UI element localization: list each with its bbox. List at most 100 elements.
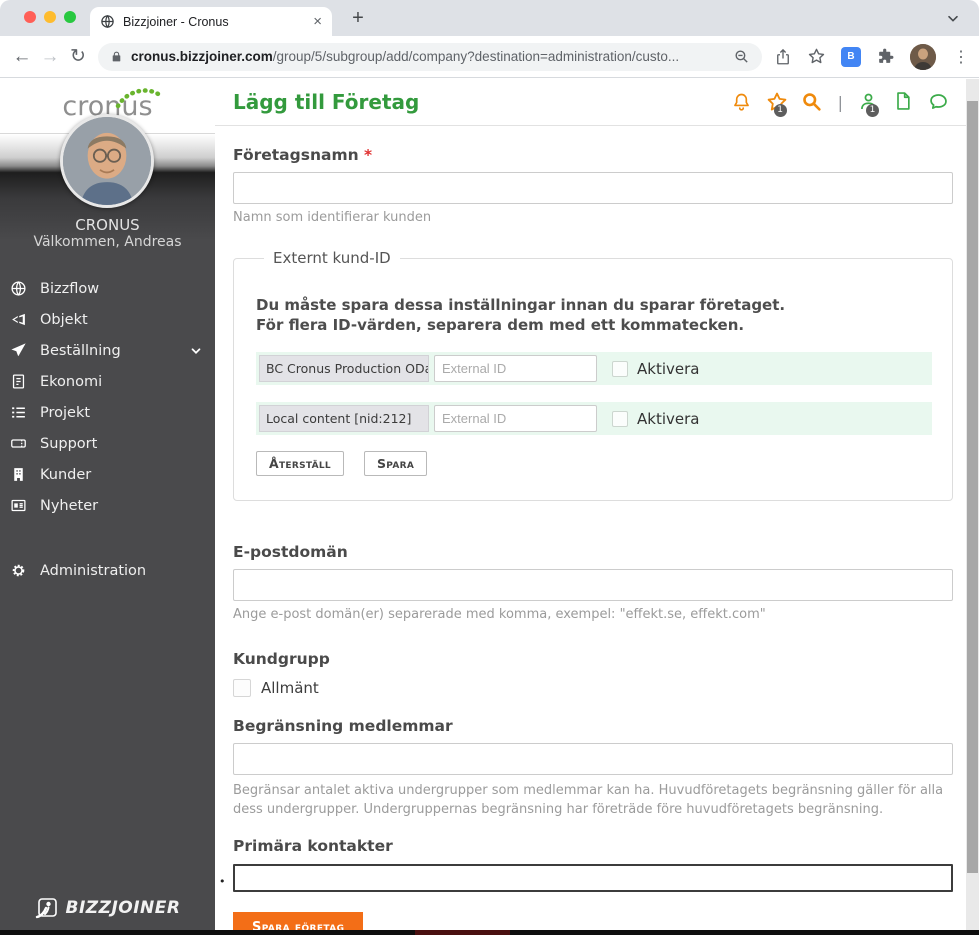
tab-search-chevron-icon[interactable] bbox=[945, 10, 961, 26]
url-path: /group/5/subgroup/add/company?destinatio… bbox=[273, 49, 679, 64]
user-avatar[interactable] bbox=[60, 114, 154, 208]
app-root: cronus CRONUS bbox=[0, 79, 979, 930]
scrollbar-thumb[interactable] bbox=[967, 101, 978, 873]
tab-title: Bizzjoiner - Cronus bbox=[123, 15, 305, 29]
external-id-note: Du måste spara dessa inställningar innan… bbox=[256, 295, 932, 335]
sidebar-item-administration[interactable]: Administration bbox=[0, 555, 215, 586]
sidebar-item-label: Ekonomi bbox=[40, 374, 102, 390]
external-id-source: Local content [nid:212] bbox=[259, 405, 429, 432]
chevron-down-icon[interactable] bbox=[189, 344, 203, 358]
external-id-note-line1: Du måste spara dessa inställningar innan… bbox=[256, 295, 932, 315]
page-title: Lägg till Företag bbox=[233, 90, 419, 114]
back-button[interactable]: ← bbox=[8, 46, 36, 68]
close-window-button[interactable] bbox=[24, 11, 36, 23]
objekt-cube-icon bbox=[10, 311, 27, 328]
external-id-buttons: Återställ Spara bbox=[256, 451, 932, 476]
reload-button[interactable]: ↻ bbox=[64, 45, 92, 68]
sidebar-item-ekonomi[interactable]: Ekonomi bbox=[0, 366, 215, 397]
external-id-input[interactable] bbox=[434, 405, 597, 432]
extension-badge-icon[interactable]: B bbox=[841, 47, 861, 67]
user-badge: 1 bbox=[866, 104, 879, 117]
member-limit-help: Begränsar antalet aktiva undergrupper so… bbox=[233, 781, 948, 819]
save-button[interactable]: Spara bbox=[364, 451, 427, 476]
sidebar-item-label: Nyheter bbox=[40, 498, 98, 514]
menu-kebab-icon[interactable]: ⋮ bbox=[953, 47, 969, 67]
sidebar-item-objekt[interactable]: Objekt bbox=[0, 304, 215, 335]
external-id-legend: Externt kund-ID bbox=[264, 249, 400, 267]
sidebar-item-nyheter[interactable]: Nyheter bbox=[0, 490, 215, 521]
sidebar-item-label: Kunder bbox=[40, 467, 91, 483]
dock-edge bbox=[0, 930, 979, 935]
invoice-icon bbox=[10, 373, 27, 390]
star-badge: 1 bbox=[774, 104, 787, 117]
tab-favicon-globe-icon bbox=[100, 14, 115, 29]
primary-contacts-field: • bbox=[233, 864, 953, 892]
primary-contacts-input[interactable] bbox=[233, 864, 953, 892]
sidebar-item-projekt[interactable]: Projekt bbox=[0, 397, 215, 428]
dock-edge-accent bbox=[415, 930, 510, 935]
scrollbar-track[interactable] bbox=[966, 79, 979, 930]
external-id-note-line2: För flera ID-värden, separera dem med et… bbox=[256, 315, 932, 335]
email-domain-label: E-postdomän bbox=[233, 543, 953, 561]
bizzjoiner-footer-logo: BIZZJOINER bbox=[0, 896, 215, 920]
browser-window: Bizzjoiner - Cronus × + ← → ↻ cronus.biz… bbox=[0, 0, 979, 935]
ticket-icon bbox=[10, 435, 27, 452]
company-name-label-text: Företagsnamn bbox=[233, 146, 359, 164]
task-list-icon bbox=[10, 404, 27, 421]
allmant-checkbox[interactable] bbox=[233, 679, 251, 697]
form-content: Företagsnamn * Namn som identifierar kun… bbox=[215, 126, 953, 935]
extensions-puzzle-icon[interactable] bbox=[876, 47, 895, 66]
favorites-star-icon[interactable]: 1 bbox=[766, 91, 788, 113]
share-icon[interactable] bbox=[774, 48, 792, 66]
bookmark-star-icon[interactable] bbox=[807, 47, 826, 66]
tab-close-icon[interactable]: × bbox=[313, 13, 322, 30]
email-domain-help: Ange e-post domän(er) separerade med kom… bbox=[233, 607, 953, 622]
notifications-bell-icon[interactable] bbox=[731, 91, 753, 113]
forward-button[interactable]: → bbox=[36, 46, 64, 68]
sidebar-item-label: Projekt bbox=[40, 405, 90, 421]
building-icon bbox=[10, 466, 27, 483]
required-asterisk: * bbox=[364, 146, 372, 164]
url-host: cronus.bizzjoiner.com bbox=[131, 49, 273, 64]
bizzjoiner-icon bbox=[35, 896, 59, 920]
primary-contacts-label: Primära kontakter bbox=[233, 837, 953, 855]
external-id-row: BC Cronus Production OData V Aktivera bbox=[256, 352, 932, 385]
toolbar-actions: B ⋮ bbox=[774, 44, 979, 70]
new-tab-button[interactable]: + bbox=[344, 4, 372, 32]
sidebar-item-support[interactable]: Support bbox=[0, 428, 215, 459]
company-name-input[interactable] bbox=[233, 172, 953, 204]
browser-tab[interactable]: Bizzjoiner - Cronus × bbox=[90, 7, 332, 36]
document-icon[interactable] bbox=[893, 91, 915, 113]
globe-icon bbox=[10, 280, 27, 297]
zoom-window-button[interactable] bbox=[64, 11, 76, 23]
external-id-input[interactable] bbox=[434, 355, 597, 382]
minimize-window-button[interactable] bbox=[44, 11, 56, 23]
member-limit-label: Begränsning medlemmar bbox=[233, 717, 953, 735]
activate-checkbox[interactable] bbox=[612, 361, 628, 377]
company-name-help: Namn som identifierar kunden bbox=[233, 210, 953, 225]
company-name-label: Företagsnamn * bbox=[233, 146, 953, 164]
search-icon[interactable] bbox=[801, 91, 823, 113]
external-id-row: Local content [nid:212] Aktivera bbox=[256, 402, 932, 435]
activate-checkbox[interactable] bbox=[612, 411, 628, 427]
sidebar-item-bizzflow[interactable]: Bizzflow bbox=[0, 273, 215, 304]
address-bar[interactable]: cronus.bizzjoiner.com/group/5/subgroup/a… bbox=[98, 43, 762, 71]
paper-plane-icon bbox=[10, 342, 27, 359]
sidebar-menu: Bizzflow Objekt bbox=[0, 273, 215, 586]
sidebar-item-label: Bizzflow bbox=[40, 281, 99, 297]
zoom-out-icon[interactable] bbox=[733, 48, 750, 65]
reset-button[interactable]: Återställ bbox=[256, 451, 344, 476]
email-domain-input[interactable] bbox=[233, 569, 953, 601]
user-icon[interactable]: 1 bbox=[858, 91, 880, 113]
profile-avatar[interactable] bbox=[910, 44, 936, 70]
allmant-label: Allmänt bbox=[261, 679, 319, 697]
browser-toolbar: ← → ↻ cronus.bizzjoiner.com/group/5/subg… bbox=[0, 36, 979, 78]
sidebar-item-label: Objekt bbox=[40, 312, 88, 328]
chat-bubble-icon[interactable] bbox=[928, 91, 950, 113]
sidebar-item-kunder[interactable]: Kunder bbox=[0, 459, 215, 490]
url-text: cronus.bizzjoiner.com/group/5/subgroup/a… bbox=[131, 49, 725, 64]
sidebar-item-bestallning[interactable]: Beställning bbox=[0, 335, 215, 366]
bizzjoiner-logo-text: BIZZJOINER bbox=[66, 898, 181, 918]
member-limit-input[interactable] bbox=[233, 743, 953, 775]
newspaper-icon bbox=[10, 497, 27, 514]
